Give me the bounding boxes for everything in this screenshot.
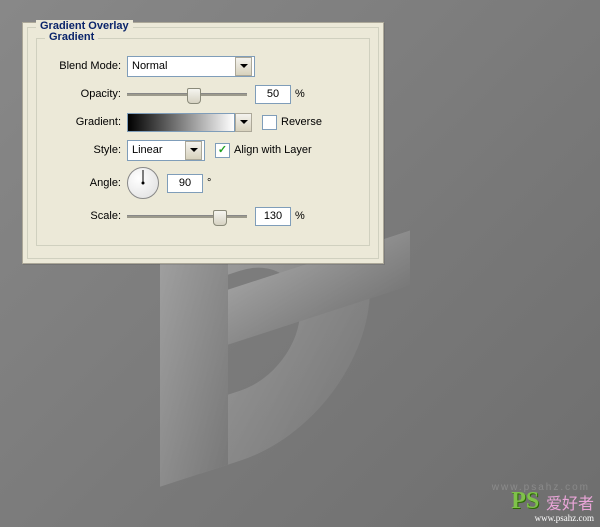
style-row: Style: Linear ✓ Align with Layer: [45, 139, 361, 161]
angle-label: Angle:: [45, 177, 127, 189]
chevron-down-icon: [235, 57, 252, 76]
style-select[interactable]: Linear: [127, 140, 205, 161]
gradient-overlay-dialog: Gradient Overlay Gradient Blend Mode: No…: [22, 22, 384, 264]
watermark-url-small: www.psahz.com: [511, 513, 594, 523]
scale-row: Scale: 130 %: [45, 205, 361, 227]
opacity-input[interactable]: 50: [255, 85, 291, 104]
angle-row: Angle: 90 °: [45, 167, 361, 199]
reverse-label: Reverse: [281, 116, 322, 128]
scale-slider[interactable]: [127, 207, 247, 225]
style-value: Linear: [132, 144, 163, 156]
gradient-label: Gradient:: [45, 116, 127, 128]
gradient-group-label: Gradient: [45, 31, 98, 43]
gradient-fieldset: Gradient Blend Mode: Normal Opacity: 50 …: [36, 38, 370, 246]
outer-fieldset: Gradient Overlay Gradient Blend Mode: No…: [27, 27, 379, 259]
opacity-unit: %: [295, 88, 305, 100]
opacity-label: Opacity:: [45, 88, 127, 100]
reverse-checkbox[interactable]: [262, 115, 277, 130]
style-label: Style:: [45, 144, 127, 156]
watermark-text: 爱好者: [546, 496, 594, 513]
blend-mode-row: Blend Mode: Normal: [45, 55, 361, 77]
watermark: PS 爱好者 www.psahz.com: [511, 488, 594, 523]
gradient-row: Gradient: Reverse: [45, 111, 361, 133]
align-label: Align with Layer: [234, 144, 312, 156]
opacity-row: Opacity: 50 %: [45, 83, 361, 105]
chevron-down-icon[interactable]: [235, 113, 252, 132]
chevron-down-icon: [185, 141, 202, 160]
opacity-slider[interactable]: [127, 85, 247, 103]
gradient-swatch[interactable]: [127, 113, 235, 132]
scale-label: Scale:: [45, 210, 127, 222]
checkmark-icon: ✓: [218, 145, 227, 155]
blend-mode-label: Blend Mode:: [45, 60, 127, 72]
angle-dial[interactable]: [127, 167, 159, 199]
angle-unit: °: [207, 177, 211, 189]
blend-mode-select[interactable]: Normal: [127, 56, 255, 77]
watermark-url: www.psahz.com: [492, 482, 590, 493]
align-checkbox[interactable]: ✓: [215, 143, 230, 158]
blend-mode-value: Normal: [132, 60, 167, 72]
scale-input[interactable]: 130: [255, 207, 291, 226]
angle-input[interactable]: 90: [167, 174, 203, 193]
scale-unit: %: [295, 210, 305, 222]
